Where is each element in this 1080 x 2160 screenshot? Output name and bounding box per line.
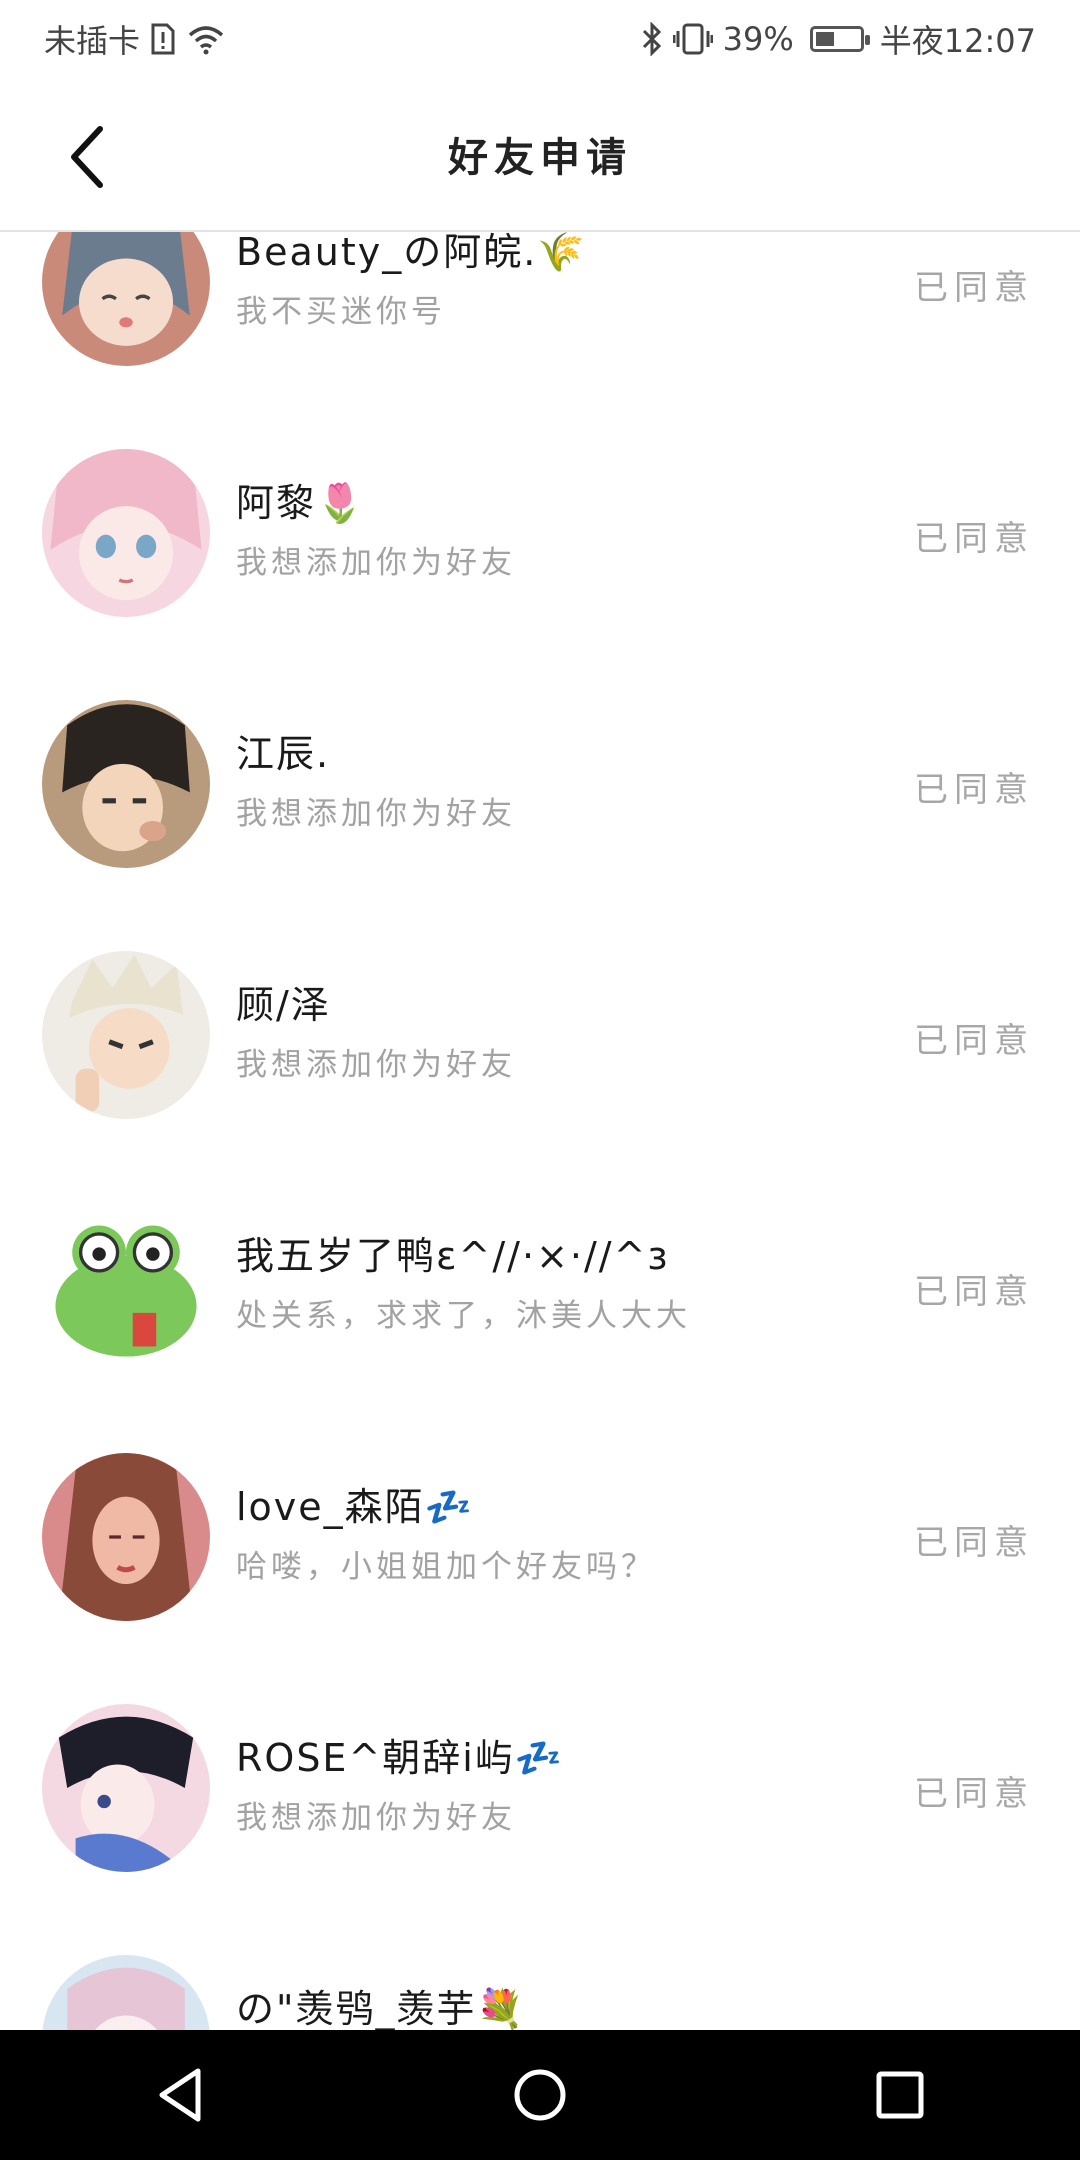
request-status: 已同意 [914, 1774, 1034, 1814]
back-button[interactable] [56, 122, 116, 192]
request-message: 我想添加你为好友 [236, 1800, 516, 1836]
app-header: 好友申请 [0, 78, 1080, 232]
sim-alert-icon [150, 23, 176, 55]
friend-request-list-inner: Beauty_の阿皖.🌾 我不买迷你号 已同意 阿黎🌷 我想添加你为好友 已同意… [0, 232, 1080, 2030]
nav-back-button[interactable] [120, 2035, 240, 2155]
request-text: の"羡鸮_羡芋💐 [236, 1983, 876, 2030]
vibrate-icon [672, 22, 713, 56]
request-text: 我五岁了鸭ε^//·×·//^з 处关系，求求了，沐美人大大 [236, 1230, 876, 1335]
system-nav-bar [0, 2030, 1080, 2160]
requester-name: 江辰. [236, 732, 331, 776]
status-right: 39% 半夜12:07 [641, 16, 1036, 62]
avatar[interactable] [42, 1453, 210, 1621]
avatar[interactable] [42, 951, 210, 1119]
carrier-text: 未插卡 [44, 22, 141, 60]
avatar[interactable] [42, 1704, 210, 1872]
request-message: 我想添加你为好友 [236, 1047, 516, 1083]
requester-name: の"羡鸮_羡芋💐 [236, 1987, 526, 2030]
friend-request-row[interactable]: love_森陌💤 哈喽，小姐姐加个好友吗？ 已同意 [0, 1411, 1080, 1662]
clock-text: 半夜12:07 [879, 22, 1036, 60]
request-text: 阿黎🌷 我想添加你为好友 [236, 477, 876, 582]
requester-name: Beauty_の阿皖.🌾 [236, 232, 587, 274]
friend-request-row[interactable]: 我五岁了鸭ε^//·×·//^з 处关系，求求了，沐美人大大 已同意 [0, 1160, 1080, 1411]
requester-name: 顾/泽 [236, 983, 331, 1027]
status-left: 未插卡 [44, 16, 226, 62]
friend-request-row[interactable]: ROSE^朝辞i屿💤 我想添加你为好友 已同意 [0, 1662, 1080, 1913]
friend-request-list[interactable]: Beauty_の阿皖.🌾 我不买迷你号 已同意 阿黎🌷 我想添加你为好友 已同意… [0, 232, 1080, 2030]
avatar[interactable] [42, 449, 210, 617]
request-status: 已同意 [914, 268, 1034, 308]
battery-percent: 39% [722, 20, 794, 58]
nav-home-button[interactable] [480, 2035, 600, 2155]
bluetooth-icon [641, 22, 663, 56]
requester-name: love_森陌💤 [236, 1485, 474, 1529]
avatar[interactable] [42, 232, 210, 366]
status-bar: 未插卡 39% 半夜12:07 [0, 0, 1080, 78]
friend-request-row[interactable]: 阿黎🌷 我想添加你为好友 已同意 [0, 407, 1080, 658]
request-message: 哈喽，小姐姐加个好友吗？ [236, 1549, 656, 1585]
request-message: 我想添加你为好友 [236, 796, 516, 832]
friend-request-row[interactable]: 江辰. 我想添加你为好友 已同意 [0, 658, 1080, 909]
friend-request-row[interactable]: Beauty_の阿皖.🌾 我不买迷你号 已同意 [0, 232, 1080, 407]
nav-home-icon [514, 2069, 566, 2121]
friend-request-row[interactable]: の"羡鸮_羡芋💐 [0, 1913, 1080, 2030]
wifi-icon [186, 23, 226, 55]
request-text: love_森陌💤 哈喽，小姐姐加个好友吗？ [236, 1481, 876, 1586]
request-text: ROSE^朝辞i屿💤 我想添加你为好友 [236, 1732, 876, 1837]
avatar[interactable] [42, 1955, 210, 2030]
request-message: 处关系，求求了，沐美人大大 [236, 1298, 691, 1334]
page-title: 好友申请 [448, 135, 632, 181]
request-status: 已同意 [914, 519, 1034, 559]
request-status: 已同意 [914, 1021, 1034, 1061]
requester-name: ROSE^朝辞i屿💤 [236, 1736, 565, 1780]
friend-request-row[interactable]: 顾/泽 我想添加你为好友 已同意 [0, 909, 1080, 1160]
battery-icon [809, 26, 870, 52]
request-text: Beauty_の阿皖.🌾 我不买迷你号 [236, 232, 876, 331]
nav-back-icon [159, 2068, 201, 2122]
requester-name: 阿黎🌷 [236, 481, 366, 525]
request-status: 已同意 [914, 1523, 1034, 1563]
requester-name: 我五岁了鸭ε^//·×·//^з [236, 1234, 670, 1278]
back-arrow-icon [71, 126, 103, 188]
request-message: 我不买迷你号 [236, 294, 446, 330]
request-text: 顾/泽 我想添加你为好友 [236, 979, 876, 1084]
request-message: 我想添加你为好友 [236, 545, 516, 581]
request-text: 江辰. 我想添加你为好友 [236, 728, 876, 833]
nav-recents-icon [876, 2071, 924, 2119]
avatar[interactable] [42, 700, 210, 868]
request-status: 已同意 [914, 770, 1034, 810]
nav-recents-button[interactable] [840, 2035, 960, 2155]
request-status: 已同意 [914, 1272, 1034, 1312]
avatar[interactable] [42, 1202, 210, 1370]
